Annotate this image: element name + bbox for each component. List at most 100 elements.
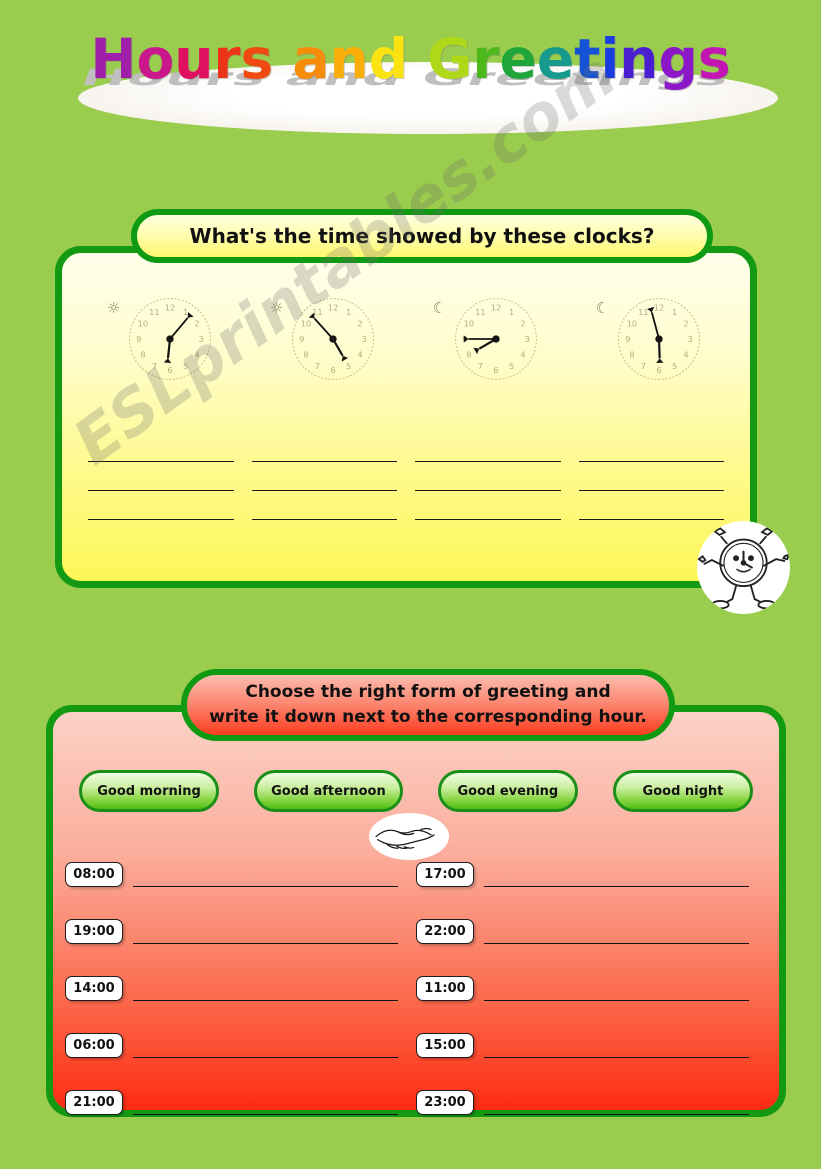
greeting-write-line[interactable]: [484, 1097, 749, 1115]
answer-write-line[interactable]: [578, 433, 724, 462]
greeting-write-line[interactable]: [484, 869, 749, 887]
answer-column-1: [88, 433, 234, 520]
svg-text:3: 3: [688, 334, 693, 344]
svg-text:11: 11: [638, 307, 649, 317]
answer-write-line[interactable]: [578, 491, 724, 520]
greeting-option-3[interactable]: Good evening: [437, 770, 578, 812]
svg-text:6: 6: [494, 365, 499, 375]
clock-cell-3: ☾123456789101112: [406, 293, 569, 389]
title-letter-5: [273, 27, 292, 91]
title-letter-2: u: [174, 27, 214, 91]
svg-text:12: 12: [328, 303, 339, 313]
answer-write-line[interactable]: [88, 462, 234, 491]
svg-text:2: 2: [521, 318, 526, 328]
svg-text:12: 12: [654, 303, 665, 313]
greeting-write-line[interactable]: [484, 926, 749, 944]
title-letter-15: i: [600, 27, 620, 91]
time-label: 21:00: [65, 1090, 123, 1115]
time-column-right: 17:00 22:00 11:00 15:00 23:00: [416, 830, 767, 1115]
greeting-write-line[interactable]: [133, 869, 398, 887]
svg-text:3: 3: [362, 334, 367, 344]
svg-text:9: 9: [136, 334, 141, 344]
svg-text:3: 3: [199, 334, 204, 344]
time-row: 11:00: [416, 944, 767, 1001]
time-matching-grid: 08:00 19:00 14:00 06:00 21:00 17:00 22:00 11:00…: [53, 830, 779, 1115]
answer-write-line[interactable]: [88, 433, 234, 462]
moon-icon: ☾: [432, 299, 447, 317]
answer-write-line[interactable]: [415, 433, 561, 462]
title-letter-13: e: [536, 27, 575, 91]
sun-icon: ☼: [106, 299, 121, 317]
greeting-options-row: Good morning Good afternoon Good evening Go…: [53, 770, 779, 812]
time-row: 22:00: [416, 887, 767, 944]
time-row: 23:00: [416, 1058, 767, 1115]
title-letter-18: s: [697, 27, 731, 91]
clock-face-2: 1 2 3 4 5 6 7 8 9 10 11 12: [287, 293, 379, 389]
svg-text:9: 9: [625, 334, 630, 344]
title-letter-8: d: [368, 27, 409, 91]
time-row: 19:00: [65, 887, 416, 944]
time-column-left: 08:00 19:00 14:00 06:00 21:00: [65, 830, 416, 1115]
greeting-option-2[interactable]: Good afternoon: [254, 770, 403, 812]
page-title: Hours and Greetings: [0, 16, 821, 102]
svg-text:4: 4: [684, 350, 689, 360]
svg-text:6: 6: [657, 365, 662, 375]
greeting-option-label: Good night: [642, 783, 724, 799]
svg-text:4: 4: [521, 350, 526, 360]
answer-write-line[interactable]: [415, 462, 561, 491]
greeting-write-line[interactable]: [484, 1040, 749, 1058]
answer-write-line[interactable]: [578, 462, 724, 491]
answer-column-2: [251, 433, 397, 520]
title-letter-16: n: [619, 27, 659, 91]
moon-icon: ☾: [595, 299, 610, 317]
greeting-write-line[interactable]: [484, 983, 749, 1001]
answer-column-3: [415, 433, 561, 520]
clocks-exercise-heading: What's the time showed by these clocks?: [131, 209, 713, 263]
clock-face-3: 123456789101112: [450, 293, 542, 389]
svg-text:8: 8: [141, 350, 146, 360]
svg-text:5: 5: [183, 361, 188, 371]
title-letter-1: o: [136, 27, 175, 91]
title-letter-10: G: [427, 27, 473, 91]
greeting-write-line[interactable]: [133, 926, 398, 944]
greeting-option-label: Good morning: [97, 783, 201, 799]
answer-write-line[interactable]: [251, 491, 397, 520]
time-label: 14:00: [65, 976, 123, 1001]
time-label: 19:00: [65, 919, 123, 944]
svg-text:7: 7: [315, 361, 320, 371]
greeting-write-line[interactable]: [133, 1040, 398, 1058]
answer-write-line[interactable]: [251, 433, 397, 462]
answer-write-line[interactable]: [88, 491, 234, 520]
svg-text:7: 7: [641, 361, 646, 371]
time-label: 06:00: [65, 1033, 123, 1058]
svg-text:3: 3: [525, 334, 530, 344]
greetings-heading-line1: Choose the right form of greeting and: [245, 682, 611, 702]
page-title-banner: Hours and Greetings Hours and Greetings: [0, 14, 821, 134]
greetings-heading-line2: write it down next to the corresponding …: [209, 707, 647, 727]
clock-cell-4: ☾ 1 2 3 4 5 6 7 8 9 10 11 12: [569, 293, 732, 389]
greeting-option-label: Good afternoon: [271, 783, 386, 799]
handshake-icon: [369, 813, 449, 860]
greeting-option-1[interactable]: Good morning: [79, 770, 219, 812]
svg-text:2: 2: [358, 318, 363, 328]
clocks-heading-text: What's the time showed by these clocks?: [189, 224, 655, 248]
svg-text:4: 4: [195, 350, 200, 360]
answer-write-line[interactable]: [251, 462, 397, 491]
svg-text:10: 10: [138, 318, 149, 328]
greeting-option-4[interactable]: Good night: [612, 770, 753, 812]
answer-write-line[interactable]: [415, 491, 561, 520]
greeting-write-line[interactable]: [133, 1097, 398, 1115]
greetings-exercise-panel: Good morning Good afternoon Good evening Go…: [46, 705, 786, 1117]
greeting-write-line[interactable]: [133, 983, 398, 1001]
title-letter-17: g: [658, 27, 698, 91]
clock-cell-2: ☼ 1 2 3 4 5 6 7 8 9 10 11 12: [243, 293, 406, 389]
svg-text:1: 1: [183, 307, 188, 317]
title-letter-7: n: [329, 27, 369, 91]
time-row: 17:00: [416, 830, 767, 887]
svg-text:11: 11: [475, 307, 486, 317]
clock-face-1: 1 2 3 4 5 6 7 8 9 10 11 12: [124, 293, 216, 389]
clock-face-4: 1 2 3 4 5 6 7 8 9 10 11 12: [613, 293, 705, 389]
title-letter-4: s: [240, 27, 274, 91]
svg-text:4: 4: [358, 350, 363, 360]
time-label: 22:00: [416, 919, 474, 944]
